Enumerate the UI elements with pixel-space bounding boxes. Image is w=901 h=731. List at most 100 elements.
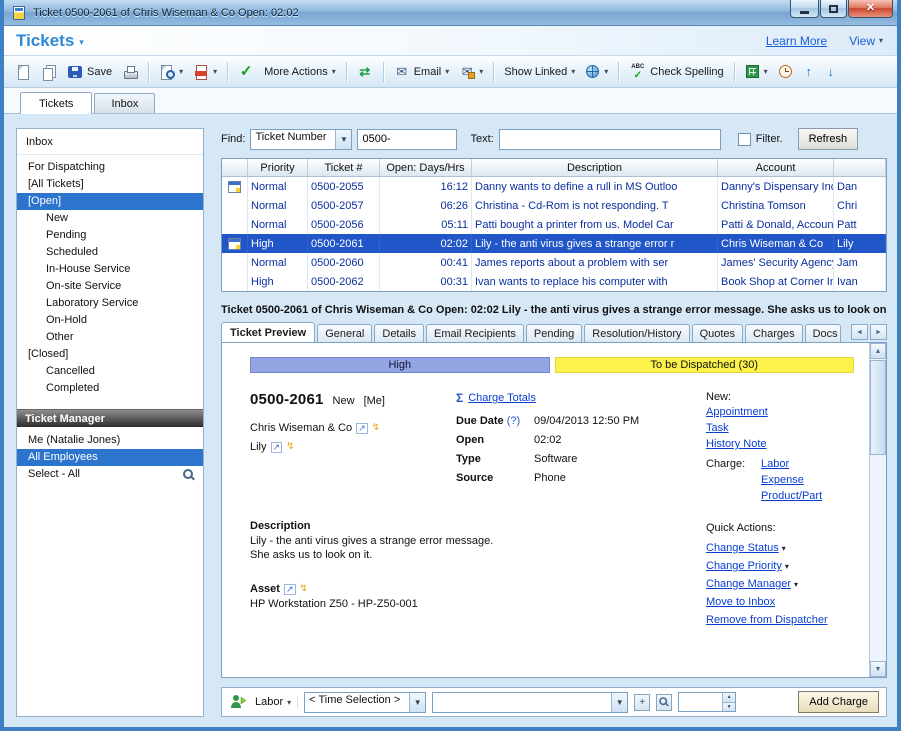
header-open[interactable]: Open: Days/Hrs	[380, 159, 472, 176]
next-record-button[interactable]: ↓	[821, 61, 841, 83]
tab-docs[interactable]: Docs	[805, 324, 841, 342]
new-history-note-link[interactable]: History Note	[706, 438, 854, 450]
charge-labor-link[interactable]: Labor	[761, 458, 822, 470]
close-button[interactable]: ✕	[848, 0, 893, 18]
new-task-link[interactable]: Task	[706, 422, 854, 434]
scroll-up-button[interactable]: ▲	[870, 343, 886, 359]
show-linked-button[interactable]: Show Linked▾	[500, 63, 579, 81]
tab-resolution-history[interactable]: Resolution/History	[584, 324, 689, 342]
tab-quotes[interactable]: Quotes	[692, 324, 743, 342]
sidebar-item-other[interactable]: Other	[17, 329, 203, 346]
time-selection-select[interactable]: < Time Selection > ▼	[304, 692, 426, 713]
tab-scroll-right-button[interactable]: ►	[870, 324, 887, 340]
spin-down-button[interactable]: ▼	[723, 703, 735, 712]
change-priority-link[interactable]: Change Priority▾	[706, 560, 854, 572]
table-row[interactable]: High 0500-2062 00:31 Ivan wants to repla…	[222, 272, 886, 291]
change-status-link[interactable]: Change Status▾	[706, 542, 854, 554]
change-manager-link[interactable]: Change Manager▾	[706, 578, 854, 590]
add-item-button[interactable]: +	[634, 694, 650, 711]
quick-link-icon[interactable]: ↯	[286, 442, 294, 452]
table-row[interactable]: Normal 0500-2055 16:12 Danny wants to de…	[222, 177, 886, 196]
save-button[interactable]: Save	[63, 61, 116, 83]
learn-more-link[interactable]: Learn More	[766, 34, 827, 48]
minimize-button[interactable]	[790, 0, 819, 18]
tab-details[interactable]: Details	[374, 324, 424, 342]
table-row[interactable]: Normal 0500-2060 00:41 James reports abo…	[222, 253, 886, 272]
email-button[interactable]: ✉Email▾	[390, 61, 454, 83]
copy-button[interactable]	[37, 61, 61, 83]
sidebar-item-all-tickets[interactable]: [All Tickets]	[17, 176, 203, 193]
sidebar-item-all-employees[interactable]: All Employees	[17, 449, 203, 466]
open-asset-icon[interactable]: ↗	[284, 584, 296, 595]
check-spelling-button[interactable]: ABC✓Check Spelling	[625, 61, 727, 83]
move-to-inbox-link[interactable]: Move to Inbox	[706, 596, 854, 608]
sidebar-item-for-dispatching[interactable]: For Dispatching	[17, 159, 203, 176]
header-ticket[interactable]: Ticket #	[308, 159, 380, 176]
quantity-stepper[interactable]: ▲ ▼	[678, 692, 736, 712]
new-appointment-link[interactable]: Appointment	[706, 406, 854, 418]
export-pdf-button[interactable]: ▾	[189, 61, 221, 83]
sidebar-item-cancelled[interactable]: Cancelled	[17, 363, 203, 380]
quick-link-icon[interactable]: ↯	[372, 423, 380, 433]
table-row-selected[interactable]: High 0500-2061 02:02 Lily - the anti vir…	[222, 234, 886, 253]
email-options-button[interactable]: ✉▾	[455, 61, 487, 83]
preview-scrollbar[interactable]: ▲ ▼	[869, 343, 886, 677]
open-contact-icon[interactable]: ↗	[271, 442, 283, 453]
print-preview-button[interactable]: ▾	[155, 61, 187, 83]
scroll-down-button[interactable]: ▼	[870, 661, 886, 677]
maximize-button[interactable]	[820, 0, 847, 18]
sidebar-item-new[interactable]: New	[17, 210, 203, 227]
scrollbar-thumb[interactable]	[870, 360, 886, 455]
table-row[interactable]: Normal 0500-2056 05:11 Patti bought a pr…	[222, 215, 886, 234]
item-select[interactable]: ▼	[432, 692, 628, 713]
find-field-select[interactable]: Ticket Number ▼	[250, 129, 352, 150]
header-description[interactable]: Description	[472, 159, 718, 176]
quick-link-icon[interactable]: ↯	[300, 584, 308, 594]
sidebar-item-on-hold[interactable]: On-Hold	[17, 312, 203, 329]
print-button[interactable]	[118, 61, 142, 83]
tab-pending[interactable]: Pending	[526, 324, 582, 342]
sidebar-item-scheduled[interactable]: Scheduled	[17, 244, 203, 261]
header-account[interactable]: Account	[718, 159, 834, 176]
help-link[interactable]: (?)	[507, 415, 520, 427]
previous-record-button[interactable]: ↑	[799, 61, 819, 83]
export-excel-button[interactable]: ▾	[741, 61, 772, 82]
tab-general[interactable]: General	[317, 324, 372, 342]
table-row[interactable]: Normal 0500-2057 06:26 Christina - Cd-Ro…	[222, 196, 886, 215]
new-ticket-button[interactable]	[11, 61, 35, 83]
tab-inbox[interactable]: Inbox	[94, 93, 155, 113]
sidebar-item-on-site-service[interactable]: On-site Service	[17, 278, 203, 295]
search-item-button[interactable]	[656, 694, 672, 711]
module-menu-button[interactable]: Tickets ▾	[16, 31, 84, 51]
header-priority[interactable]: Priority	[248, 159, 308, 176]
open-account-icon[interactable]: ↗	[356, 423, 368, 434]
charge-product-part-link[interactable]: Product/Part	[761, 490, 822, 502]
tab-scroll-left-button[interactable]: ◄	[851, 324, 868, 340]
timer-button[interactable]	[774, 61, 797, 82]
tab-charges[interactable]: Charges	[745, 324, 803, 342]
sidebar-item-select-all[interactable]: Select - All	[17, 466, 203, 483]
header-contact[interactable]	[834, 159, 886, 176]
sidebar-item-in-house-service[interactable]: In-House Service	[17, 261, 203, 278]
tab-email-recipients[interactable]: Email Recipients	[426, 324, 524, 342]
tab-tickets[interactable]: Tickets	[20, 92, 92, 114]
sidebar-item-open[interactable]: [Open]	[17, 193, 203, 210]
sidebar-item-completed[interactable]: Completed	[17, 380, 203, 397]
filter-checkbox[interactable]	[738, 133, 751, 146]
more-actions-button[interactable]: More Actions▾	[260, 63, 340, 81]
charge-totals-link[interactable]: Charge Totals	[468, 392, 536, 404]
charge-expense-link[interactable]: Expense	[761, 474, 822, 486]
relations-button[interactable]: ⇄	[353, 61, 377, 83]
remove-from-dispatcher-link[interactable]: Remove from Dispatcher	[706, 614, 854, 626]
tab-ticket-preview[interactable]: Ticket Preview	[221, 322, 315, 342]
sidebar-item-pending[interactable]: Pending	[17, 227, 203, 244]
view-menu-button[interactable]: View ▾	[849, 34, 883, 48]
charge-type-select[interactable]: Labor ▾	[253, 696, 298, 708]
find-input[interactable]	[357, 129, 457, 150]
spin-up-button[interactable]: ▲	[723, 693, 735, 703]
sidebar-item-me[interactable]: Me (Natalie Jones)	[17, 432, 203, 449]
web-button[interactable]: ▾	[581, 61, 612, 82]
add-charge-button[interactable]: Add Charge	[798, 691, 879, 713]
sidebar-item-closed[interactable]: [Closed]	[17, 346, 203, 363]
text-input[interactable]	[499, 129, 721, 150]
